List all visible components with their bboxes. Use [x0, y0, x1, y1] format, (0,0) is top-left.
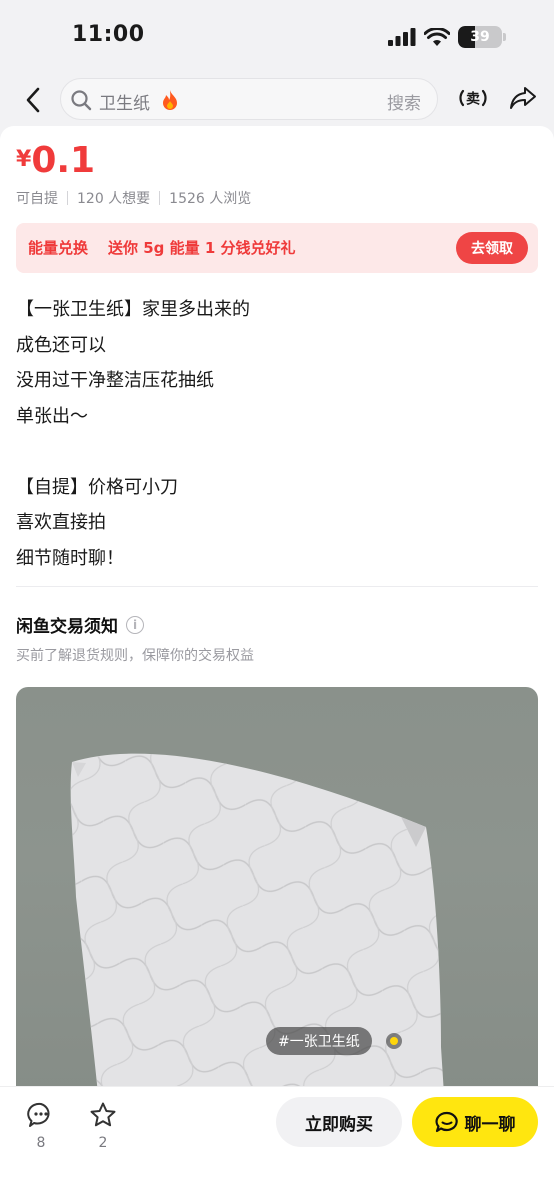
price-currency: ¥ [16, 147, 32, 172]
wifi-icon [424, 27, 450, 46]
signal-icon [388, 28, 416, 46]
description-line: 细节随时聊！ [16, 547, 124, 569]
comment-icon [27, 1102, 50, 1127]
promo-desc: 送你 5g 能量 1 分钱兑好礼 [108, 239, 296, 257]
photo-tag[interactable]: #一张卫生纸 [266, 1027, 372, 1055]
photo-tag-dot [386, 1033, 402, 1049]
trade-notice-subtitle: 买前了解退货规则，保障你的交易权益 [16, 648, 254, 664]
notice-title-text: 闲鱼交易须知 [16, 617, 118, 637]
favorite-button[interactable]: 2 [83, 1101, 123, 1151]
description-line: 喜欢直接拍 [16, 512, 106, 533]
trade-notice-title[interactable]: 闲鱼交易须知 i [16, 612, 144, 637]
favorites-count: 2 [98, 1135, 108, 1151]
description-line: 成色还可以 [16, 334, 106, 356]
battery-icon: 39 [458, 26, 506, 48]
status-bar: 11:00 39 [0, 0, 554, 74]
status-icons: 39 [388, 26, 506, 48]
product-photo[interactable]: #一张卫生纸 [16, 687, 538, 1126]
search-term: 卫生纸 [99, 94, 150, 114]
top-nav: 卫生纸 搜索 卖 [0, 74, 554, 126]
comments-button[interactable]: 8 [21, 1101, 61, 1151]
meta-views: 1526 人浏览 [169, 191, 252, 207]
comments-count: 8 [36, 1135, 46, 1151]
search-bar[interactable]: 卫生纸 搜索 [60, 78, 438, 120]
energy-promo-banner[interactable]: 能量兑换 送你 5g 能量 1 分钱兑好礼 去领取 [16, 223, 538, 273]
chat-label: 聊一聊 [464, 1114, 516, 1135]
meta-pickup: 可自提 [16, 191, 58, 207]
description-line: 【一张卫生纸】家里多出来的 [16, 299, 250, 320]
description-line [16, 434, 536, 470]
battery-text: 39 [470, 29, 490, 45]
fire-icon [163, 90, 177, 110]
listing-card: ¥0.1 可自提 120 人想要 1526 人浏览 能量兑换 送你 5g 能量 … [0, 126, 554, 1126]
description-line: 【自提】价格可小刀 [16, 476, 178, 498]
share-icon [510, 87, 536, 109]
info-icon[interactable]: i [126, 615, 144, 634]
chat-button[interactable]: 聊一聊 [412, 1097, 538, 1147]
description-line: 单张出～ [16, 405, 88, 427]
sell-button[interactable]: 卖 [458, 83, 488, 113]
buy-now-button[interactable]: 立即购买 [276, 1097, 402, 1147]
divider [16, 586, 538, 587]
bottom-action-bar: 8 2 立即购买 聊一聊 [0, 1086, 554, 1200]
sell-icon: 卖 [459, 89, 487, 108]
chat-icon [435, 1111, 458, 1133]
share-button[interactable] [508, 83, 538, 113]
tissue-image [70, 753, 446, 1126]
back-button[interactable] [18, 82, 48, 118]
price-value: 0.1 [31, 140, 96, 181]
meta-wants: 120 人想要 [77, 191, 151, 207]
price: ¥0.1 [16, 140, 95, 181]
promo-title: 能量兑换 [28, 239, 89, 257]
svg-text:卖: 卖 [466, 91, 480, 108]
description-line: 没用过干净整洁压花抽纸 [16, 370, 214, 391]
listing-description: 【一张卫生纸】家里多出来的 成色还可以 没用过干净整洁压花抽纸 单张出～ 【自提… [16, 292, 536, 576]
star-icon [90, 1102, 116, 1127]
listing-meta: 可自提 120 人想要 1526 人浏览 [16, 188, 251, 208]
search-button[interactable]: 搜索 [387, 89, 421, 114]
promo-claim-button[interactable]: 去领取 [456, 232, 528, 264]
chevron-left-icon [26, 87, 40, 113]
status-time: 11:00 [72, 22, 145, 47]
search-icon [71, 90, 92, 111]
